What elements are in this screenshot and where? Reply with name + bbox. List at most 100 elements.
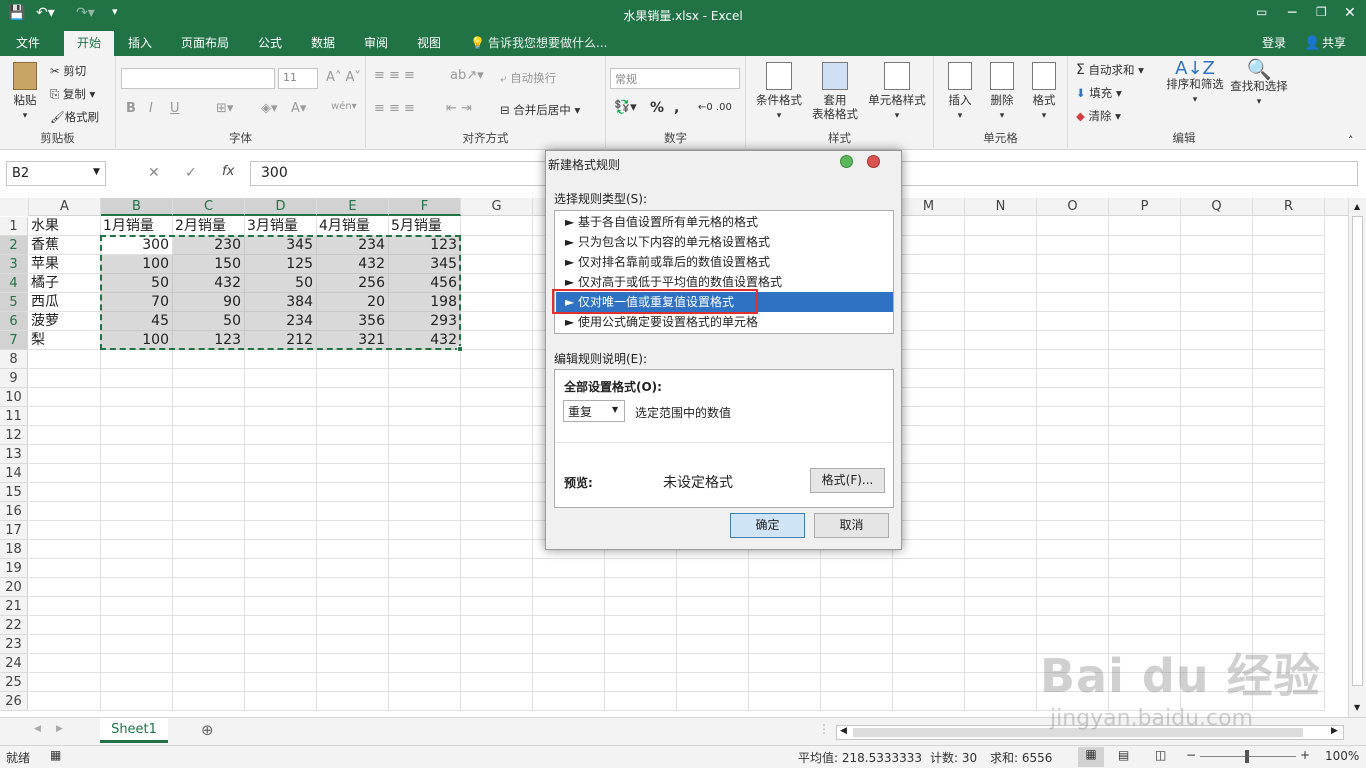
cell[interactable] [461,464,533,483]
row-header[interactable]: 5 [0,293,28,312]
cell[interactable] [29,635,101,654]
close-icon[interactable]: ✕ [1344,5,1356,21]
cell[interactable] [749,692,821,711]
autosum-button[interactable]: Σ 自动求和 ▾ [1076,62,1144,78]
cell[interactable] [893,483,965,502]
cell[interactable] [1181,464,1253,483]
cell[interactable]: 橘子 [29,274,101,293]
number-format-combo[interactable]: 常规 [610,68,740,89]
cell[interactable] [461,540,533,559]
cell[interactable] [893,654,965,673]
cell[interactable] [965,673,1037,692]
name-box[interactable]: B2 [6,161,106,186]
cell[interactable] [173,673,245,692]
cell[interactable] [749,616,821,635]
col-header-M[interactable]: M [893,198,965,216]
cell[interactable] [893,521,965,540]
cell[interactable] [893,616,965,635]
sheet-tab-sheet1[interactable]: Sheet1 [100,718,168,743]
bold-button[interactable]: B [126,101,136,116]
cell[interactable] [533,635,605,654]
cell[interactable] [821,692,893,711]
cell[interactable]: 苹果 [29,255,101,274]
tab-review[interactable]: 审阅 [356,31,396,56]
cell[interactable] [821,616,893,635]
cell[interactable] [749,559,821,578]
cell[interactable]: 293 [389,312,461,331]
share-button[interactable]: 共享 [1314,31,1354,56]
cell[interactable] [1109,502,1181,521]
cell[interactable] [1037,502,1109,521]
cell[interactable] [389,464,461,483]
cell[interactable] [605,635,677,654]
cell[interactable] [317,635,389,654]
row-header[interactable]: 6 [0,312,28,331]
cell[interactable] [893,331,965,350]
cell[interactable] [245,388,317,407]
cell[interactable] [605,654,677,673]
cell[interactable] [101,635,173,654]
cell[interactable] [245,616,317,635]
cell[interactable] [29,521,101,540]
cell[interactable] [965,464,1037,483]
cell[interactable] [29,578,101,597]
cell[interactable] [173,559,245,578]
cell[interactable] [1109,521,1181,540]
find-select-button[interactable]: 🔍 查找和选择 ▾ [1228,59,1290,109]
decimal-icons[interactable]: ←0 .00 [698,102,732,113]
cell[interactable] [1253,464,1325,483]
cell[interactable]: 4月销量 [317,217,389,236]
cell[interactable]: 2月销量 [173,217,245,236]
cell[interactable] [173,426,245,445]
cell[interactable] [821,673,893,692]
cell[interactable] [389,692,461,711]
cell[interactable] [1109,578,1181,597]
cell[interactable] [1253,426,1325,445]
cell[interactable] [1037,217,1109,236]
cell[interactable] [1109,559,1181,578]
cell[interactable] [1181,407,1253,426]
scroll-up-icon[interactable]: ▲ [1354,202,1360,211]
format-painter-button[interactable]: 🖌格式刷 [50,109,99,125]
cell[interactable] [101,578,173,597]
cell[interactable] [1109,274,1181,293]
cell[interactable] [101,616,173,635]
cell[interactable] [677,692,749,711]
cell[interactable] [1253,293,1325,312]
cell[interactable]: 100 [101,331,173,350]
cell[interactable] [461,426,533,445]
cell[interactable] [533,673,605,692]
next-sheet-icon[interactable]: ▶ [56,724,63,734]
cell-styles-button[interactable]: 单元格样式 ▾ [864,62,930,123]
cell[interactable] [1253,274,1325,293]
cell[interactable]: 356 [317,312,389,331]
row-header[interactable]: 1 [0,217,28,236]
cell[interactable] [965,426,1037,445]
cell[interactable] [893,673,965,692]
cell[interactable] [965,616,1037,635]
vertical-align-icons[interactable]: ≡ ≡ ≡ [374,68,415,83]
cell[interactable] [389,369,461,388]
row-header[interactable]: 24 [0,654,28,673]
cell[interactable] [317,673,389,692]
cell[interactable]: 3月销量 [245,217,317,236]
cell[interactable]: 230 [173,236,245,255]
cell[interactable] [389,388,461,407]
cell[interactable] [1109,369,1181,388]
rule-type-item[interactable]: ► 基于各自值设置所有单元格的格式 [556,212,892,232]
fill-handle[interactable] [457,346,463,352]
cell[interactable] [461,521,533,540]
cut-button[interactable]: ✂ 剪切 [50,63,86,79]
zoom-level[interactable]: 100% [1325,749,1359,763]
cell[interactable] [173,445,245,464]
cell[interactable] [965,445,1037,464]
cell[interactable]: 125 [245,255,317,274]
cell[interactable] [461,236,533,255]
cell[interactable] [1037,578,1109,597]
wrap-text-button[interactable]: ⤶ 自动换行 [500,70,556,86]
cell[interactable] [1253,312,1325,331]
cell[interactable] [893,236,965,255]
cell[interactable] [749,654,821,673]
cell[interactable]: 345 [245,236,317,255]
cell[interactable] [1037,331,1109,350]
